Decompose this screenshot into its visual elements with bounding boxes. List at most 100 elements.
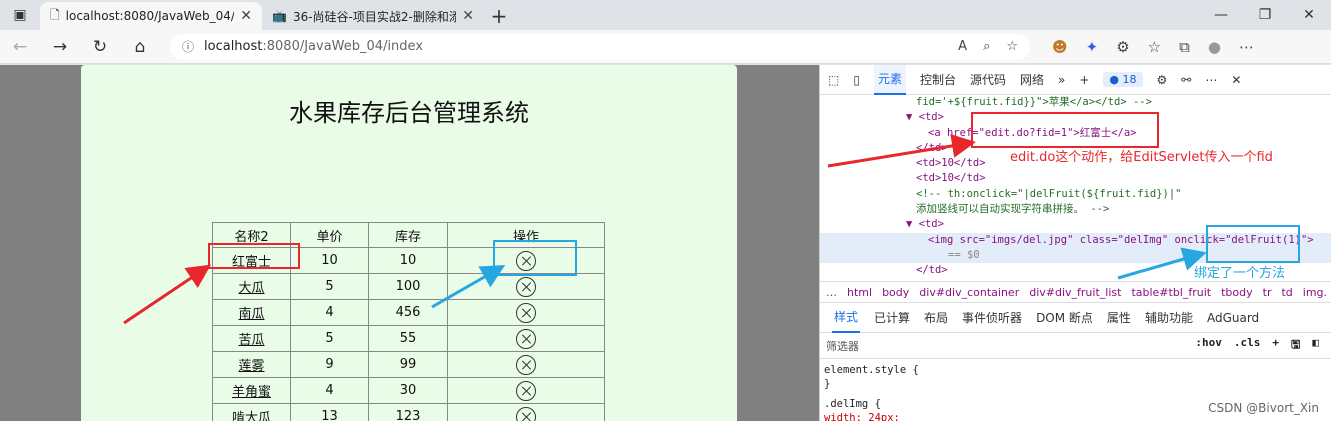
crumb[interactable]: div#div_fruit_list: [1029, 286, 1121, 299]
style-line[interactable]: element.style {: [824, 363, 1327, 377]
fruit-link[interactable]: 莲雾: [238, 359, 264, 374]
fruit-link[interactable]: 南瓜: [238, 307, 264, 322]
tab-console[interactable]: 控制台: [920, 71, 956, 88]
device-icon[interactable]: ▯: [853, 73, 860, 87]
styles-filter[interactable]: 筛选器 :hov .cls + 🖫 ◧: [820, 333, 1331, 359]
fruit-link[interactable]: 大瓜: [238, 281, 264, 296]
delete-icon[interactable]: [516, 276, 536, 297]
read-aloud-icon[interactable]: A: [958, 39, 967, 54]
add-tab-icon[interactable]: +: [1079, 73, 1089, 87]
delete-icon[interactable]: [516, 354, 536, 375]
new-rule-button[interactable]: +: [1272, 336, 1279, 355]
tab-event-listeners[interactable]: 事件侦听器: [962, 309, 1022, 326]
more-icon[interactable]: ⋯: [1239, 38, 1254, 56]
tab-localhost[interactable]: 🗋 localhost:8080/JavaWeb_04/index ✕: [40, 2, 262, 30]
fruit-link[interactable]: 啃大瓜: [232, 411, 271, 421]
refresh-button[interactable]: ↻: [80, 37, 120, 57]
delete-icon[interactable]: [516, 380, 536, 401]
url-text: localhost:8080/JavaWeb_04/index: [204, 39, 423, 54]
more-tabs-icon[interactable]: »: [1058, 73, 1065, 87]
crumb[interactable]: img.: [1303, 286, 1327, 299]
blue-highlight-box: [1206, 225, 1300, 263]
delete-icon[interactable]: [516, 406, 536, 421]
crumb[interactable]: div#div_container: [919, 286, 1019, 299]
price-cell: 13: [290, 403, 369, 421]
page-viewport: 水果库存后台管理系统 名称2 单价 库存 操作 红富士 10 10 大瓜 5 100 南…: [0, 65, 819, 421]
zoom-icon[interactable]: ⌕: [983, 39, 990, 54]
cls-button[interactable]: .cls: [1234, 336, 1261, 355]
tab-layout[interactable]: 布局: [924, 309, 948, 326]
stock-cell: 456: [368, 299, 448, 326]
forward-button[interactable]: →: [40, 37, 80, 57]
price-cell: 5: [290, 273, 369, 300]
header-price: 单价: [290, 222, 369, 248]
styles-subtabs: 样式 已计算 布局 事件侦听器 DOM 断点 属性 辅助功能 AdGuard: [820, 303, 1331, 333]
tab-sources[interactable]: 源代码: [970, 71, 1006, 88]
home-button[interactable]: ⌂: [120, 37, 160, 57]
tab-accessibility[interactable]: 辅助功能: [1145, 309, 1193, 326]
tab-title: localhost:8080/JavaWeb_04/index: [65, 9, 235, 23]
share-icon[interactable]: ⚯: [1181, 73, 1191, 87]
code-text: ▼ <td>: [906, 111, 944, 124]
extension-k-icon[interactable]: ✦: [1086, 38, 1099, 56]
stock-cell: 123: [368, 403, 448, 421]
close-icon[interactable]: ✕: [240, 8, 252, 24]
sidebar-toggle-icon[interactable]: ◧: [1312, 336, 1319, 355]
address-bar[interactable]: ⓘ localhost:8080/JavaWeb_04/index A ⌕ ☆: [170, 33, 1030, 60]
code-text: </td>: [916, 264, 948, 277]
crumb[interactable]: table#tbl_fruit: [1131, 286, 1211, 299]
watermark: CSDN @Bivort_Xin: [1208, 401, 1319, 415]
tab-adguard[interactable]: AdGuard: [1207, 311, 1259, 325]
tab-elements[interactable]: 元素: [873, 65, 906, 95]
tab-computed[interactable]: 已计算: [874, 309, 910, 326]
red-annotation-note: edit.do这个动作，给EditServlet传入一个fid: [1010, 150, 1273, 165]
issues-count: 18: [1122, 73, 1137, 86]
crumb[interactable]: body: [882, 286, 909, 299]
tab-network[interactable]: 网络: [1020, 71, 1044, 88]
page-icon: 🗋: [50, 7, 60, 22]
extension-avatar-icon[interactable]: ☻: [1052, 38, 1068, 56]
tab-actions-icon[interactable]: ▣: [0, 0, 40, 30]
profile-icon[interactable]: ●: [1208, 38, 1221, 56]
page-title: 水果库存后台管理系统: [289, 99, 529, 127]
delete-icon[interactable]: [516, 328, 536, 349]
hov-button[interactable]: :hov: [1195, 336, 1222, 355]
crumb[interactable]: td: [1281, 286, 1292, 299]
tab-dom-breakpoints[interactable]: DOM 断点: [1036, 309, 1093, 326]
favorites-icon[interactable]: ☆: [1148, 38, 1161, 56]
maximize-button[interactable]: ❐: [1243, 0, 1287, 30]
collections-icon[interactable]: ⧉: [1179, 38, 1190, 56]
favorite-add-icon[interactable]: ☆: [1006, 39, 1018, 54]
close-window-button[interactable]: ✕: [1287, 0, 1331, 30]
fruit-link[interactable]: 苦瓜: [238, 333, 264, 348]
crumb[interactable]: html: [847, 286, 872, 299]
tab-properties[interactable]: 属性: [1107, 309, 1131, 326]
devtools-tabs: ⬚ ▯ 元素 控制台 源代码 网络 » + ● 18 ⚙ ⚯ ⋯ ✕: [820, 65, 1331, 95]
code-line[interactable]: <td>10</td>: [820, 171, 1331, 186]
paint-icon[interactable]: 🖫: [1291, 336, 1300, 355]
crumb-more[interactable]: …: [826, 286, 837, 299]
code-text: </td>: [916, 141, 948, 154]
tab-styles[interactable]: 样式: [832, 302, 861, 333]
crumb[interactable]: tr: [1263, 286, 1272, 299]
info-icon[interactable]: ⓘ: [182, 38, 194, 55]
close-icon[interactable]: ✕: [1231, 73, 1241, 87]
more-icon[interactable]: ⋯: [1205, 73, 1217, 87]
stock-cell: 99: [368, 351, 448, 378]
code-line: <!-- th:onclick="|delFruit(${fruit.fid})…: [820, 187, 1331, 202]
inspect-icon[interactable]: ⬚: [828, 73, 839, 87]
minimize-button[interactable]: —: [1199, 0, 1243, 30]
table-row: 莲雾 9 99: [212, 351, 605, 378]
delete-icon[interactable]: [516, 302, 536, 323]
extensions-icon[interactable]: ⚙: [1116, 38, 1129, 56]
issues-badge[interactable]: ● 18: [1103, 72, 1143, 87]
close-icon[interactable]: ✕: [462, 8, 474, 24]
blue-highlight-box: [493, 240, 577, 276]
settings-icon[interactable]: ⚙: [1157, 73, 1168, 87]
code-text: <td>10</td>: [916, 157, 986, 170]
tab-video[interactable]: 📺 36-尚硅谷-项目实战2-删除和添加 ✕: [262, 2, 484, 30]
fruit-link[interactable]: 羊角蜜: [232, 385, 271, 400]
crumb[interactable]: tbody: [1221, 286, 1253, 299]
new-tab-button[interactable]: +: [484, 2, 514, 30]
back-button[interactable]: ←: [0, 37, 40, 57]
